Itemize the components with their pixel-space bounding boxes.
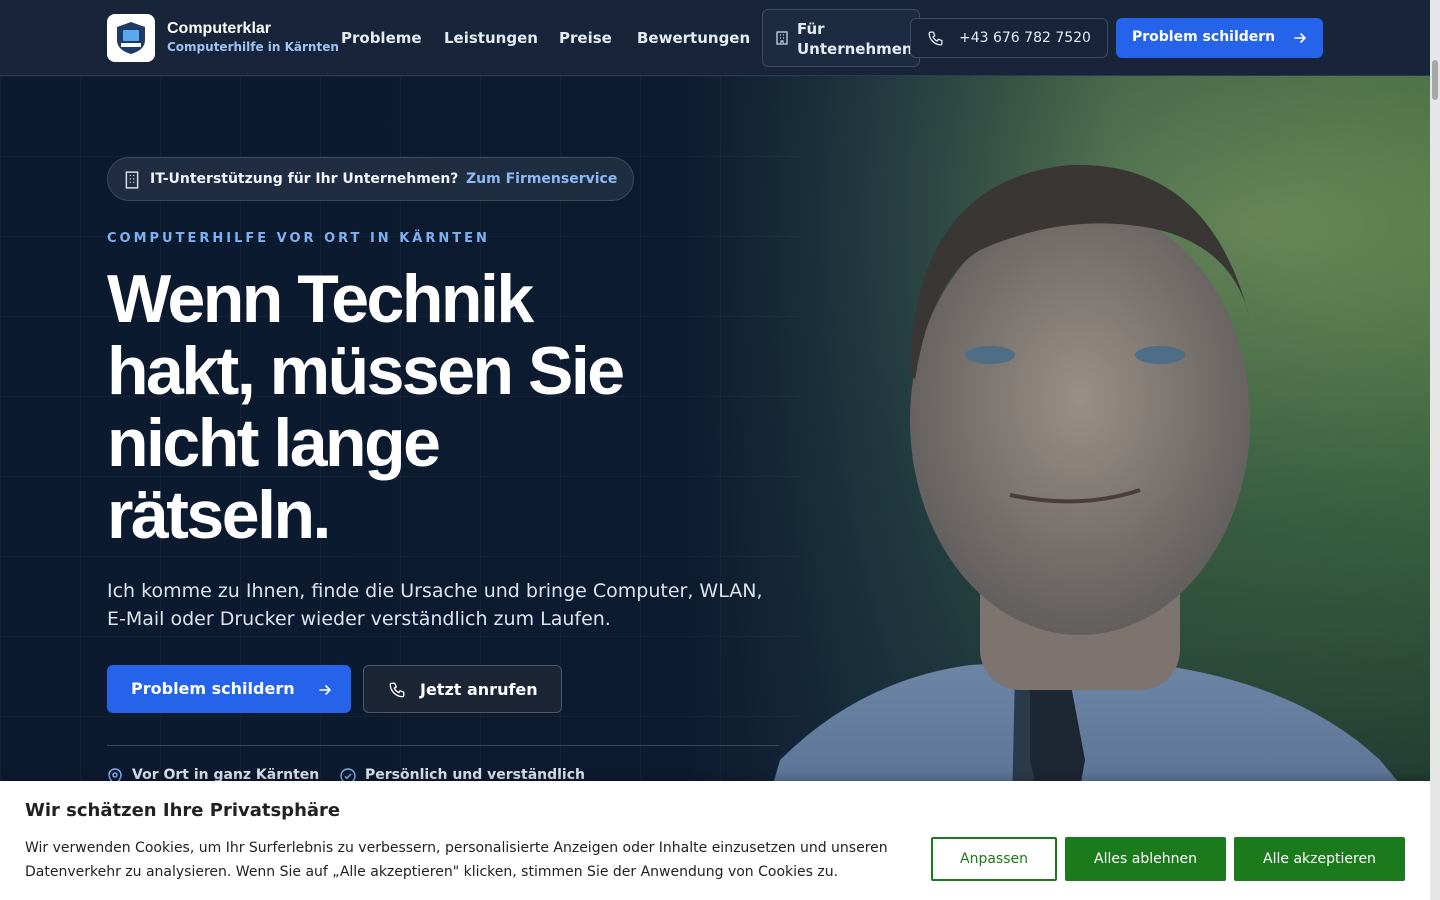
logo-icon	[117, 22, 145, 54]
hero-lede: Ich komme zu Ihnen, finde die Ursache un…	[107, 580, 763, 630]
cookie-reject-button[interactable]: Alles ablehnen	[1065, 837, 1226, 881]
scrollbar-thumb[interactable]	[1432, 60, 1438, 100]
arrow-right-icon	[319, 685, 331, 695]
for-business-label-line1: Für	[797, 20, 825, 38]
hero-eyebrow: COMPUTERHILFE VOR ORT IN KÄRNTEN	[107, 231, 490, 246]
cookie-customize-button[interactable]: Anpassen	[931, 837, 1057, 881]
headline-line: Wenn Technik	[107, 261, 534, 337]
cookie-text: Wir verwenden Cookies, um Ihr Surferlebn…	[25, 840, 888, 880]
site-header: Computerklar Computerhilfe in Kärnten Pr…	[0, 0, 1430, 76]
nav-probleme[interactable]: Probleme	[341, 29, 422, 47]
hero-headline: Wenn Technik hakt, müssen Sie nicht lang…	[107, 263, 727, 551]
cookie-title: Wir schätzen Ihre Privatsphäre	[25, 800, 341, 821]
call-now-button[interactable]: Jetzt anrufen	[363, 665, 562, 713]
page-scrollbar[interactable]	[1430, 0, 1440, 900]
brand-logo[interactable]	[107, 14, 155, 62]
phone-number: +43 676 782 7520	[959, 30, 1091, 46]
phone-icon	[928, 31, 943, 46]
for-business-label-line2: Unternehmen	[797, 40, 913, 58]
hero-divider	[107, 745, 779, 746]
headline-line: rätseln.	[107, 477, 331, 553]
cookie-accept-button[interactable]: Alle akzeptieren	[1234, 837, 1405, 881]
pill-text: IT-Unterstützung für Ihr Unternehmen?	[150, 171, 459, 187]
for-business-button[interactable]: Für Unternehmen	[762, 9, 920, 67]
building-icon	[776, 31, 788, 45]
phone-icon	[389, 682, 405, 698]
nav-leistungen[interactable]: Leistungen	[444, 29, 538, 47]
problem-button-label: Problem schildern	[131, 679, 295, 698]
phone-button[interactable]: +43 676 782 7520	[910, 18, 1108, 58]
headline-line: hakt, müssen Sie	[107, 333, 625, 409]
arrow-right-icon	[1294, 33, 1306, 43]
headline-line: nicht lange	[107, 405, 441, 481]
nav-bewertungen[interactable]: Bewertungen	[637, 29, 750, 47]
brand-tagline: Computerhilfe in Kärnten	[167, 40, 339, 54]
building-icon	[125, 171, 139, 189]
cookie-banner: Wir schätzen Ihre Privatsphäre Wir verwe…	[0, 781, 1430, 900]
pill-link[interactable]: Zum Firmenservice	[466, 171, 617, 187]
header-cta-label: Problem schildern	[1132, 29, 1276, 45]
header-problem-button[interactable]: Problem schildern	[1116, 18, 1323, 58]
brand-name[interactable]: Computerklar	[167, 20, 271, 38]
nav-preise[interactable]: Preise	[559, 29, 612, 47]
call-now-label: Jetzt anrufen	[420, 680, 538, 699]
problem-button[interactable]: Problem schildern	[107, 665, 351, 713]
business-service-pill[interactable]: IT-Unterstützung für Ihr Unternehmen? Zu…	[107, 157, 634, 201]
